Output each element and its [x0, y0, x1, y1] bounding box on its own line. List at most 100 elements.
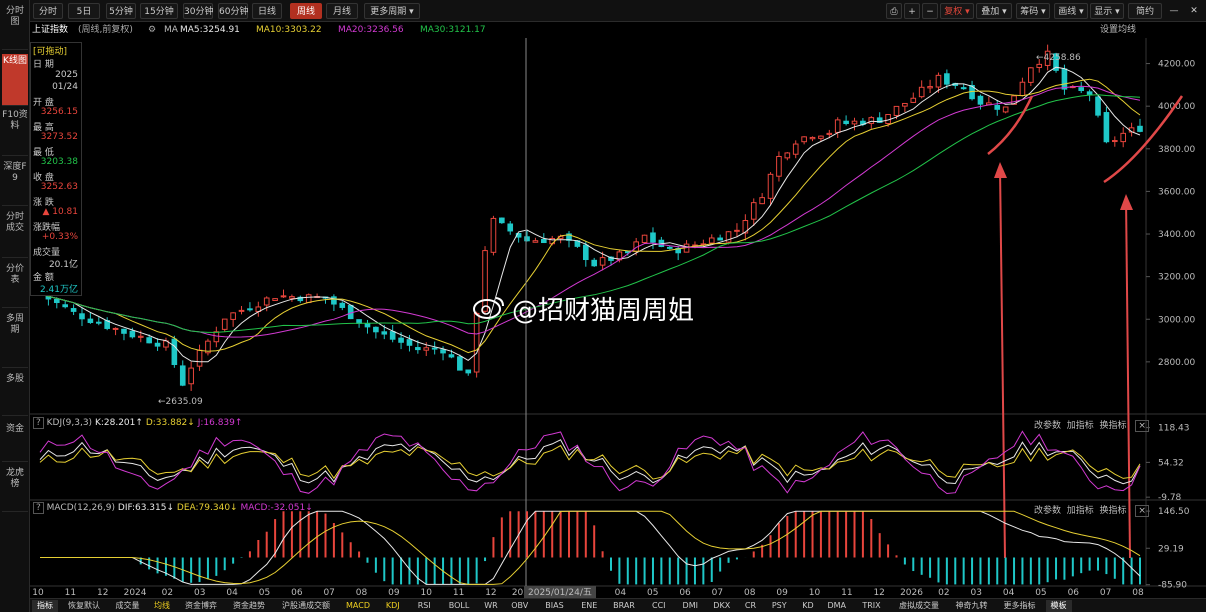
macd-dif: DIF:63.315 — [117, 503, 167, 513]
period-tab-4[interactable]: 30分钟 — [183, 3, 213, 19]
candle-body — [532, 240, 539, 243]
kdj-help-icon[interactable]: ? — [33, 417, 44, 429]
candle-body — [1002, 106, 1009, 113]
trend-stroke — [987, 95, 1034, 155]
macd-add-indicator-button[interactable]: 加指标 — [1067, 506, 1094, 516]
candle-body — [666, 246, 673, 249]
pct-value: +0.33% — [41, 232, 78, 242]
app-window: { "sidebar":[ {"label":"分时图","active":fa… — [0, 0, 1206, 612]
sidebar-item-6[interactable]: 多周期 — [2, 312, 28, 368]
sidebar-item-4[interactable]: 分时成交 — [2, 210, 28, 258]
bottom-tab-23[interactable]: TRIX — [855, 600, 889, 612]
bottom-tab-14[interactable]: ENE — [576, 600, 604, 612]
minus-icon[interactable]: − — [922, 3, 938, 19]
bottom-tab-5[interactable]: 资金趋势 — [227, 600, 271, 612]
kdj-add-indicator-button[interactable]: 加指标 — [1067, 421, 1094, 431]
sidebar-item-2[interactable]: F10资料 — [2, 108, 28, 156]
toolbar-right-4[interactable]: 显示 ▾ — [1090, 3, 1124, 19]
bottom-tab-27[interactable]: 模板 — [1045, 600, 1072, 612]
period-tab-7[interactable]: 周线 — [290, 3, 322, 19]
period-tab-3[interactable]: 15分钟 — [140, 3, 178, 19]
bottom-tab-20[interactable]: PSY — [766, 600, 794, 612]
bottom-tab-4[interactable]: 资金博弈 — [179, 600, 223, 612]
bottom-tab-3[interactable]: 均线 — [149, 600, 175, 612]
window-close-icon[interactable]: ✕ — [1186, 3, 1202, 19]
candle-body — [1036, 63, 1043, 68]
candle-body — [121, 328, 127, 334]
bottom-tab-19[interactable]: CR — [740, 600, 762, 612]
macd-edit-params-button[interactable]: 改参数 — [1034, 506, 1061, 516]
sidebar-item-5[interactable]: 分价表 — [2, 262, 28, 308]
period-tab-6[interactable]: 日线 — [252, 3, 282, 19]
price-axis-label: 3400.00 — [1158, 230, 1195, 240]
time-axis-label: 04 — [226, 588, 238, 598]
bottom-tab-8[interactable]: KDJ — [379, 600, 407, 612]
kdj-edit-params-button[interactable]: 改参数 — [1034, 421, 1061, 431]
bottom-tab-1[interactable]: 恢复默认 — [62, 600, 106, 612]
candle-body — [431, 347, 438, 350]
sidebar-item-3[interactable]: 深度F9 — [2, 160, 28, 206]
kdj-switch-indicator-button[interactable]: 换指标 — [1100, 421, 1127, 431]
toolbar-right-5[interactable]: 简约 — [1128, 3, 1162, 19]
bottom-tab-12[interactable]: OBV — [506, 600, 534, 612]
bottom-tab-22[interactable]: DMA — [823, 600, 851, 612]
bottom-tab-6[interactable]: 沪股通成交额 — [275, 600, 337, 612]
candle-body — [1137, 125, 1143, 132]
sidebar-item-0[interactable]: 分时图 — [2, 4, 28, 50]
candle-body — [801, 136, 807, 143]
toolbar-right-1[interactable]: 叠加 ▾ — [976, 3, 1012, 19]
bottom-tab-11[interactable]: WR — [480, 600, 502, 612]
period-tab-2[interactable]: 5分钟 — [106, 3, 136, 19]
ma30-value: MA30:3121.17 — [420, 25, 486, 35]
candle-body — [440, 349, 446, 354]
bottom-tab-26[interactable]: 更多指标 — [998, 600, 1042, 612]
macd-close-icon[interactable]: × — [1135, 505, 1149, 517]
macd-line-1 — [40, 510, 1141, 585]
sidebar-item-7[interactable]: 多股 — [2, 372, 28, 416]
bottom-tab-18[interactable]: DKX — [708, 600, 736, 612]
macd-help-icon[interactable]: ? — [33, 502, 44, 514]
toolbar-right-2[interactable]: 筹码 ▾ — [1016, 3, 1050, 19]
toolbar-right-0[interactable]: 复权 ▾ — [940, 3, 974, 19]
candle-body — [62, 304, 68, 308]
candle-body — [129, 330, 136, 338]
bottom-tab-10[interactable]: BOLL — [442, 600, 476, 612]
info-panel[interactable]: [可拖动] 日 期 2025 01/24 开 盘 3256.15 最 高 327… — [30, 42, 82, 296]
toolbar-right-3[interactable]: 画线 ▾ — [1054, 3, 1088, 19]
bottom-tab-21[interactable]: KD — [797, 600, 819, 612]
bottom-tab-13[interactable]: BIAS — [538, 600, 572, 612]
bottom-tab-24[interactable]: 虚拟成交量 — [893, 600, 946, 612]
window-minimize-icon[interactable]: — — [1166, 3, 1182, 19]
time-axis-label: 11 — [453, 588, 464, 598]
bottom-tab-17[interactable]: DMI — [677, 600, 705, 612]
plus-icon[interactable]: + — [904, 3, 920, 19]
sidebar-item-1[interactable]: K线图 — [2, 54, 28, 106]
macd-header: ? MACD(12,26,9) DIF:63.315↓ DEA:79.340↓ … — [33, 502, 313, 514]
ma-settings-button[interactable]: 设置均线 — [1100, 22, 1136, 38]
sidebar-item-9[interactable]: 龙虎榜 — [2, 466, 28, 512]
settings-icon[interactable]: ⚙ — [148, 22, 156, 38]
kdj-close-icon[interactable]: × — [1135, 420, 1149, 432]
period-tab-5[interactable]: 60分钟 — [218, 3, 248, 19]
macd-value: MACD:-32.051 — [240, 503, 306, 513]
candle-body — [851, 120, 858, 125]
time-axis-label: 10 — [809, 588, 821, 598]
bottom-tab-9[interactable]: RSI — [411, 600, 439, 612]
period-tab-9[interactable]: 更多周期 ▾ — [364, 3, 420, 19]
candle-body — [767, 173, 774, 199]
bottom-tab-16[interactable]: CCI — [645, 600, 673, 612]
candle-body — [364, 323, 371, 328]
period-tab-1[interactable]: 5日 — [68, 3, 100, 19]
period-tab-8[interactable]: 月线 — [326, 3, 358, 19]
bottom-tab-15[interactable]: BRAR — [607, 600, 641, 612]
arrow-head — [1120, 194, 1133, 210]
bottom-tab-2[interactable]: 成交量 — [110, 600, 145, 612]
draw-icon[interactable]: ⎙ — [886, 3, 902, 19]
bottom-tab-0[interactable]: 指标 — [32, 600, 58, 612]
sidebar-item-8[interactable]: 资金 — [2, 422, 28, 462]
macd-switch-indicator-button[interactable]: 换指标 — [1100, 506, 1127, 516]
bottom-tab-25[interactable]: 神奇九转 — [950, 600, 994, 612]
bottom-tab-7[interactable]: MACD — [341, 600, 375, 612]
time-axis-label: 12 — [873, 588, 884, 598]
period-tab-0[interactable]: 分时 — [33, 3, 63, 19]
